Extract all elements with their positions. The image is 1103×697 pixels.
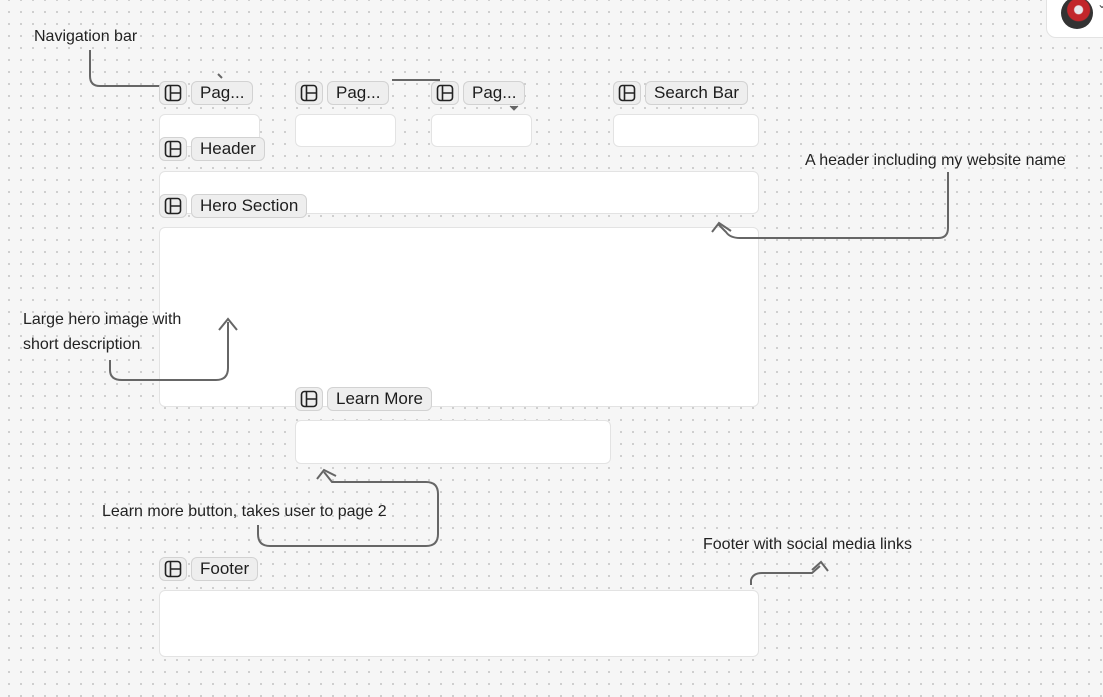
- footer-box[interactable]: [159, 590, 759, 657]
- layout-panel-icon: [159, 194, 187, 218]
- component-tag-label: Search Bar: [645, 81, 749, 105]
- component-tag-page-3[interactable]: Pag...: [431, 80, 526, 106]
- layout-panel-icon: [613, 81, 641, 105]
- component-tag-footer[interactable]: Footer: [159, 556, 259, 582]
- component-tag-learn-more[interactable]: Learn More: [295, 386, 432, 412]
- hero-section-box[interactable]: [159, 227, 759, 407]
- component-tag-page-1[interactable]: Pag...: [159, 80, 254, 106]
- component-tag-label: Pag...: [463, 81, 526, 105]
- component-tag-label: Learn More: [327, 387, 432, 411]
- component-tag-header[interactable]: Header: [159, 136, 265, 162]
- note-hero-line-1: Large hero image with: [23, 311, 182, 328]
- user-menu[interactable]: ⌄: [1046, 0, 1103, 38]
- layout-panel-icon: [295, 387, 323, 411]
- note-footer: Footer with social media links: [703, 536, 912, 553]
- component-tag-label: Hero Section: [191, 194, 308, 218]
- page-3-box[interactable]: [431, 114, 532, 147]
- component-tag-label: Pag...: [327, 81, 390, 105]
- note-header: A header including my website name: [805, 152, 1066, 169]
- component-tag-label: Header: [191, 137, 265, 161]
- layout-panel-icon: [159, 137, 187, 161]
- layout-panel-icon: [159, 557, 187, 581]
- connector-navigation: [89, 50, 160, 87]
- connector-footer: [750, 565, 821, 585]
- layout-panel-icon: [431, 81, 459, 105]
- component-tag-hero-section[interactable]: Hero Section: [159, 193, 308, 219]
- learn-more-box[interactable]: [295, 420, 611, 464]
- note-navigation-bar: Navigation bar: [34, 28, 138, 45]
- page-2-box[interactable]: [295, 114, 396, 147]
- component-tag-label: Pag...: [191, 81, 254, 105]
- component-tag-search-bar[interactable]: Search Bar: [613, 80, 749, 106]
- component-tag-page-2[interactable]: Pag...: [295, 80, 390, 106]
- connector-learn-more-arrow: [316, 468, 337, 480]
- layout-panel-icon: [295, 81, 323, 105]
- search-bar-box[interactable]: [613, 114, 759, 147]
- avatar: [1061, 0, 1093, 29]
- chevron-down-icon: ⌄: [1097, 0, 1103, 11]
- layout-panel-icon: [159, 81, 187, 105]
- connector-footer-arrow: [811, 560, 829, 572]
- component-tag-label: Footer: [191, 557, 259, 581]
- connector-navigation-tip: [509, 105, 519, 111]
- note-hero-line-2: short description: [23, 336, 141, 353]
- note-learn-more: Learn more button, takes user to page 2: [102, 503, 387, 520]
